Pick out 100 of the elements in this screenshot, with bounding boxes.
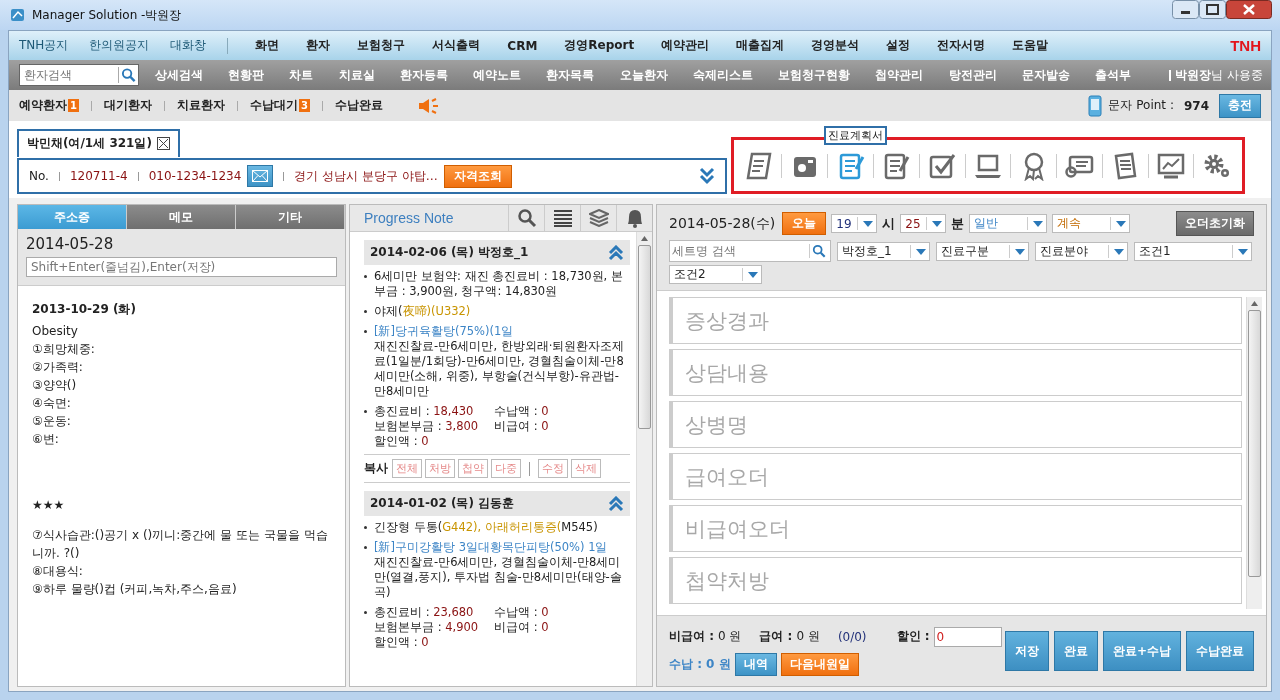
toolbar-item[interactable]: 환자목록 <box>546 66 595 84</box>
order-action-button[interactable]: 완료 <box>1053 631 1098 671</box>
toolbar-item[interactable]: 상세검색 <box>155 66 203 84</box>
stack-icon[interactable] <box>588 209 609 227</box>
panel-tab[interactable]: 주소증 <box>18 205 127 229</box>
search-icon[interactable] <box>118 67 136 83</box>
list-icon[interactable] <box>552 209 573 227</box>
history-button[interactable]: 내역 <box>734 652 777 676</box>
toolbar-item[interactable]: 탕전관리 <box>948 66 997 84</box>
toolbar-item[interactable]: 현황판 <box>228 66 265 84</box>
search-icon[interactable] <box>809 244 826 258</box>
window-title: Manager Solution -박원장 <box>32 6 182 24</box>
search-box[interactable]: 세트명 검색 <box>669 240 831 262</box>
order-field[interactable]: 상담내용 <box>669 349 1242 396</box>
menu-item[interactable]: 화면 <box>255 37 280 54</box>
memo-line: ⑦식사습관:()공기 x ()끼니:중간에 물 또는 국물을 먹습니까. ?() <box>32 527 329 562</box>
patient-status-tab[interactable]: 수납대기 <box>249 97 298 114</box>
filter-dropdown[interactable]: 조건2 <box>669 265 762 284</box>
menu-item[interactable]: 보험청구 <box>357 37 406 54</box>
toolbar-item[interactable]: 문자발송 <box>1021 66 1070 84</box>
patient-tab[interactable]: 박민채(여/1세 321일) <box>17 129 180 157</box>
scrollbar[interactable] <box>1246 297 1262 609</box>
toolbar-item[interactable]: 차트 <box>289 66 314 84</box>
search-box[interactable]: 환자검색 <box>19 64 139 86</box>
menu-item[interactable]: 경영분석 <box>811 37 860 54</box>
copy-option-button[interactable]: 전체 <box>392 459 422 478</box>
order-field[interactable]: 증상경과 <box>669 297 1242 344</box>
collapse-icon[interactable] <box>608 244 624 261</box>
filter-dropdown[interactable]: 박정호_1 <box>837 241 930 261</box>
close-icon[interactable] <box>156 137 170 150</box>
amount-text: 보험본부금 : 4,900 <box>374 620 480 635</box>
amount-text: 비급여 : 0 <box>494 419 549 434</box>
menu-item[interactable]: 전자서명 <box>937 37 986 54</box>
menu-item[interactable]: 도움말 <box>1012 37 1049 54</box>
patient-status-tab[interactable]: 대기환자 <box>103 97 152 114</box>
order-field[interactable]: 급여오더 <box>669 453 1242 500</box>
menu-item[interactable]: CRM <box>507 38 538 53</box>
visit-type-dropdown[interactable]: 일반 <box>969 214 1048 233</box>
bullet-icon <box>364 611 367 614</box>
menu-item[interactable]: 서식출력 <box>432 37 481 54</box>
patient-status-tab[interactable]: 수납완료 <box>334 97 383 114</box>
patient-status-tab[interactable]: 치료환자 <box>176 97 225 114</box>
double-chevron-icon[interactable] <box>699 167 715 185</box>
today-button[interactable]: 오늘 <box>782 212 827 235</box>
filter-dropdown[interactable]: 진료분야 <box>1035 241 1128 261</box>
notice-link[interactable]: TNH공지 <box>19 37 69 54</box>
menu-item[interactable]: 예약관리 <box>661 37 710 54</box>
scrollbar[interactable] <box>636 232 652 686</box>
copy-option-button[interactable]: 다중 <box>491 459 521 478</box>
filter-dropdown[interactable]: 조건1 <box>1134 241 1252 261</box>
order-action-button[interactable]: 저장 <box>1004 631 1049 671</box>
order-field[interactable]: 첩약처방 <box>669 557 1242 604</box>
minute-dropdown[interactable]: 25 <box>900 214 947 233</box>
minimize-button[interactable] <box>1172 0 1199 19</box>
amount-text: 총진료비 : 23,680 <box>374 605 475 620</box>
toolbar-item[interactable]: 보험청구현황 <box>778 66 851 84</box>
discount-field[interactable]: 0 <box>933 626 1002 647</box>
toolbar-item[interactable]: 예약노트 <box>473 66 522 84</box>
notice-link[interactable]: 한의원공지 <box>89 37 150 54</box>
menu-item[interactable]: 경영Report <box>564 37 635 54</box>
continuity-dropdown[interactable]: 계속 <box>1052 214 1131 233</box>
reset-order-button[interactable]: 오더초기화 <box>1176 211 1254 236</box>
charge-button[interactable]: 충전 <box>1219 93 1261 118</box>
note-action-button[interactable]: 수정 <box>538 459 568 478</box>
order-action-button[interactable]: 수납완료 <box>1186 631 1254 671</box>
panel-tab[interactable]: 메모 <box>127 205 236 229</box>
patient-status-tab[interactable]: 예약환자 <box>19 97 67 114</box>
message-button[interactable] <box>247 165 274 187</box>
eligibility-button[interactable]: 자격조회 <box>443 164 512 188</box>
toolbar-item[interactable]: 첩약관리 <box>875 66 924 84</box>
complaint-input[interactable]: Shift+Enter(줄넘김),Enter(저장) <box>26 257 337 277</box>
memo-line: Obesity <box>32 323 79 340</box>
order-action-button[interactable]: 완료+수납 <box>1102 631 1181 671</box>
note-action-button[interactable]: 삭제 <box>571 459 601 478</box>
toolbar-item[interactable]: 숙제리스트 <box>692 66 753 84</box>
close-button[interactable] <box>1226 0 1272 19</box>
menu-item[interactable]: 환자 <box>306 37 331 54</box>
menu-item[interactable]: 설정 <box>886 37 911 54</box>
prescription-title: [新]구미강활탕 3일대황목단피탕(50%) 1일 <box>374 540 609 555</box>
hour-dropdown[interactable]: 19 <box>831 214 878 233</box>
toolbar-item[interactable]: 오늘환자 <box>619 66 668 84</box>
menu-item[interactable]: 매출집계 <box>736 37 785 54</box>
search-icon[interactable] <box>516 208 537 228</box>
scroll-icon[interactable] <box>744 150 774 181</box>
panel-tab[interactable]: 기타 <box>236 205 345 229</box>
scroll-up-icon[interactable] <box>641 236 648 241</box>
copy-option-button[interactable]: 첩약 <box>458 459 488 478</box>
scroll-up-icon[interactable] <box>1251 301 1258 306</box>
toolbar-item[interactable]: 치료실 <box>338 66 375 84</box>
copy-option-button[interactable]: 처방 <box>425 459 455 478</box>
notice-link[interactable]: 대화창 <box>170 37 207 54</box>
order-field[interactable]: 비급여오더 <box>669 505 1242 552</box>
collapse-icon[interactable] <box>608 495 624 512</box>
note-text: 야제(夜啼)(U332) <box>374 304 471 319</box>
toolbar-item[interactable]: 환자등록 <box>399 66 448 84</box>
toolbar-item[interactable]: 출석부 <box>1095 66 1132 84</box>
filter-dropdown[interactable]: 진료구분 <box>936 241 1029 261</box>
next-visit-button[interactable]: 다음내원일 <box>780 652 859 676</box>
maximize-button[interactable] <box>1199 0 1226 19</box>
order-field[interactable]: 상병명 <box>669 401 1242 448</box>
